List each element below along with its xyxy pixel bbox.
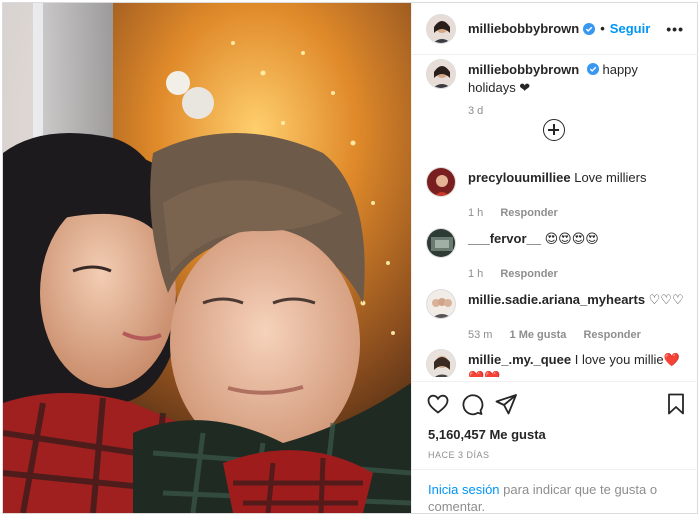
comment-username[interactable]: ___fervor__ [468, 231, 541, 246]
commenter-avatar[interactable] [426, 349, 456, 377]
comment-username[interactable]: precylouumilliee [468, 170, 571, 185]
comment-text: 😍😍😍😍 [544, 231, 599, 246]
caption-avatar[interactable] [426, 59, 456, 89]
commenter-avatar[interactable] [426, 228, 456, 258]
caption-username[interactable]: milliebobbybrown [468, 62, 579, 77]
comment-item: millie_.my._quee I love you millie❤️❤️❤️ [426, 349, 686, 377]
comment-item: millie.sadie.ariana_myhearts ♡♡♡ 53 m 1 … [426, 289, 686, 341]
share-send-icon[interactable] [494, 392, 518, 416]
comments-list[interactable]: milliebobbybrown happy holidays ❤ 3 d pr… [412, 55, 698, 377]
post-actions [412, 381, 698, 425]
reply-button[interactable]: Responder [500, 207, 557, 219]
like-heart-icon[interactable] [426, 392, 450, 416]
post-window: milliebobbybrown • Seguir ••• milliebobb… [2, 2, 698, 514]
comment-username[interactable]: millie.sadie.ariana_myhearts [468, 292, 645, 307]
like-count[interactable]: 5,160,457 Me gusta [428, 427, 546, 442]
comment-age: 53 m [468, 329, 493, 341]
comment-like-count[interactable]: 1 Me gusta [510, 329, 567, 341]
post-caption: milliebobbybrown happy holidays ❤ 3 d [426, 59, 686, 117]
header-separator: • [600, 21, 605, 36]
login-link[interactable]: Inicia sesión [428, 482, 500, 497]
comment-item: precylouumilliee Love milliers 1 h Respo… [426, 167, 686, 219]
login-prompt: Inicia sesión para indicar que te gusta … [412, 469, 698, 514]
post-photo-image [3, 3, 411, 513]
follow-button[interactable]: Seguir [610, 21, 650, 36]
comment-text: ♡♡♡ [648, 292, 684, 307]
comment-item: ___fervor__ 😍😍😍😍 1 h Responder [426, 228, 686, 280]
caption-age: 3 d [468, 105, 484, 117]
post-photo[interactable] [3, 3, 411, 513]
post-header: milliebobbybrown • Seguir ••• [412, 3, 698, 55]
reply-button[interactable]: Responder [583, 329, 640, 341]
save-bookmark-icon[interactable] [664, 392, 688, 416]
more-options-icon[interactable]: ••• [666, 21, 684, 37]
commenter-avatar[interactable] [426, 289, 456, 319]
comment-username[interactable]: millie_.my._quee [468, 352, 571, 367]
verified-badge-icon [583, 22, 596, 35]
load-more-comments-icon[interactable] [543, 119, 565, 141]
author-username[interactable]: milliebobbybrown [468, 21, 579, 36]
comment-text: I love you millie [574, 352, 664, 367]
post-sidebar: milliebobbybrown • Seguir ••• milliebobb… [411, 3, 698, 514]
comment-text: Love milliers [574, 170, 647, 185]
comment-age: 1 h [468, 207, 484, 219]
comment-age: 1 h [468, 268, 484, 280]
commenter-avatar[interactable] [426, 167, 456, 197]
author-avatar[interactable] [426, 13, 456, 44]
post-timestamp[interactable]: HACE 3 DÍAS [428, 450, 490, 460]
reply-button[interactable]: Responder [500, 268, 557, 280]
verified-badge-icon [586, 63, 599, 75]
comment-icon[interactable] [460, 392, 484, 416]
